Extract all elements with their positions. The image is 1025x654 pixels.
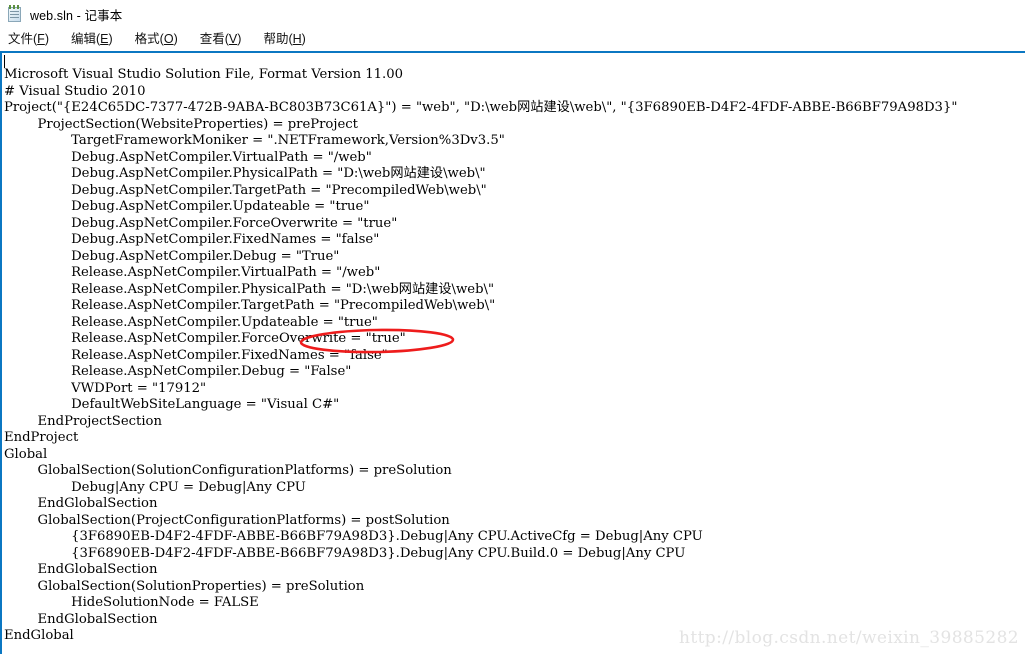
code-line: Debug|Any CPU = Debug|Any CPU [4, 479, 306, 495]
code-line: Debug.AspNetCompiler.FixedNames = "false… [4, 232, 380, 247]
menu-item-file[interactable]: 文件(F) [8, 33, 49, 46]
code-line: Debug.AspNetCompiler.TargetPath = "Preco… [4, 182, 487, 198]
menu-item-file-tail: ) [44, 32, 49, 47]
code-line: Release.AspNetCompiler.Updateable = "tru… [4, 314, 378, 330]
code-line: Debug.AspNetCompiler.Debug = "True" [4, 248, 340, 264]
code-line: Debug.AspNetCompiler.PhysicalPath = "D:\… [4, 166, 486, 181]
menu-item-edit-tail: ) [108, 32, 113, 47]
code-line: Debug.AspNetCompiler.Updateable = "true" [4, 199, 370, 214]
menu-item-help-label: 帮助( [263, 32, 293, 47]
code-line: Release.AspNetCompiler.Debug = "False" [4, 364, 352, 379]
code-line: GlobalSection(ProjectConfigurationPlatfo… [4, 512, 450, 528]
text-editor-area[interactable]: Microsoft Visual Studio Solution File, F… [0, 53, 1025, 654]
notepad-icon [6, 5, 23, 23]
code-line: Release.AspNetCompiler.TargetPath = "Pre… [4, 298, 496, 313]
menu-item-file-label: 文件( [8, 32, 38, 47]
code-line: DefaultWebSiteLanguage = "Visual C#" [4, 397, 340, 412]
code-line: Release.AspNetCompiler.ForceOverwrite = … [4, 331, 406, 346]
menu-item-help[interactable]: 帮助(H) [263, 33, 305, 46]
solution-file-text[interactable]: Microsoft Visual Studio Solution File, F… [4, 67, 957, 645]
code-line: EndProject [4, 430, 79, 445]
code-line: Release.AspNetCompiler.VirtualPath = "/w… [4, 265, 381, 280]
watermark-url: http://blog.csdn.net/weixin_39885282 [678, 628, 1019, 648]
notepad-window: web.sln - 记事本 文件(F) 编辑(E) 格式(O) 查看(V) 帮助… [0, 0, 1025, 654]
code-line: {3F6890EB-D4F2-4FDF-ABBE-B66BF79A98D3}.D… [4, 529, 703, 544]
code-line: GlobalSection(SolutionConfigurationPlatf… [4, 463, 452, 478]
menu-item-help-tail: ) [301, 32, 306, 47]
code-line: Project("{E24C65DC-7377-472B-9ABA-BC803B… [4, 100, 958, 115]
menu-item-view[interactable]: 查看(V) [200, 33, 242, 46]
code-line: Release.AspNetCompiler.PhysicalPath = "D… [4, 281, 495, 297]
menu-item-view-tail: ) [237, 32, 242, 47]
code-line: Debug.AspNetCompiler.ForceOverwrite = "t… [4, 215, 398, 231]
menu-item-help-accel: H [292, 32, 302, 47]
code-line: TargetFrameworkMoniker = ".NETFramework,… [4, 133, 505, 148]
menu-item-edit-accel: E [100, 32, 109, 47]
code-line: Global [4, 446, 48, 462]
menu-item-edit[interactable]: 编辑(E) [71, 33, 113, 46]
menu-item-file-accel: F [37, 32, 45, 47]
code-line: EndGlobalSection [4, 562, 158, 577]
code-line: Microsoft Visual Studio Solution File, F… [4, 67, 404, 82]
menu-item-view-label: 查看( [199, 32, 229, 47]
code-line: Debug.AspNetCompiler.VirtualPath = "/web… [4, 149, 372, 165]
menu-item-format-accel: O [163, 32, 174, 47]
code-line: # Visual Studio 2010 [4, 83, 146, 99]
title-bar: web.sln - 记事本 [0, 0, 1025, 28]
menu-item-format-tail: ) [173, 32, 178, 47]
code-line: Release.AspNetCompiler.FixedNames = "fal… [4, 347, 388, 363]
code-line: ProjectSection(WebsiteProperties) = preP… [4, 116, 358, 132]
menu-item-edit-label: 编辑( [70, 32, 101, 47]
menu-bar: 文件(F) 编辑(E) 格式(O) 查看(V) 帮助(H) [0, 28, 1025, 51]
code-line: VWDPort = "17912" [4, 380, 207, 396]
menu-item-format[interactable]: 格式(O) [135, 33, 178, 46]
code-line: {3F6890EB-D4F2-4FDF-ABBE-B66BF79A98D3}.D… [4, 545, 686, 561]
menu-item-view-accel: V [228, 32, 238, 47]
code-line: EndGlobalSection [4, 496, 158, 511]
window-title: web.sln - 记事本 [30, 8, 123, 23]
code-line: HideSolutionNode = FALSE [4, 595, 259, 610]
code-line: EndProjectSection [4, 413, 162, 429]
code-line: EndGlobalSection [4, 611, 158, 627]
code-line: GlobalSection(SolutionProperties) = preS… [4, 578, 365, 594]
editor-left-border [0, 53, 2, 654]
menu-item-format-label: 格式( [134, 32, 164, 47]
